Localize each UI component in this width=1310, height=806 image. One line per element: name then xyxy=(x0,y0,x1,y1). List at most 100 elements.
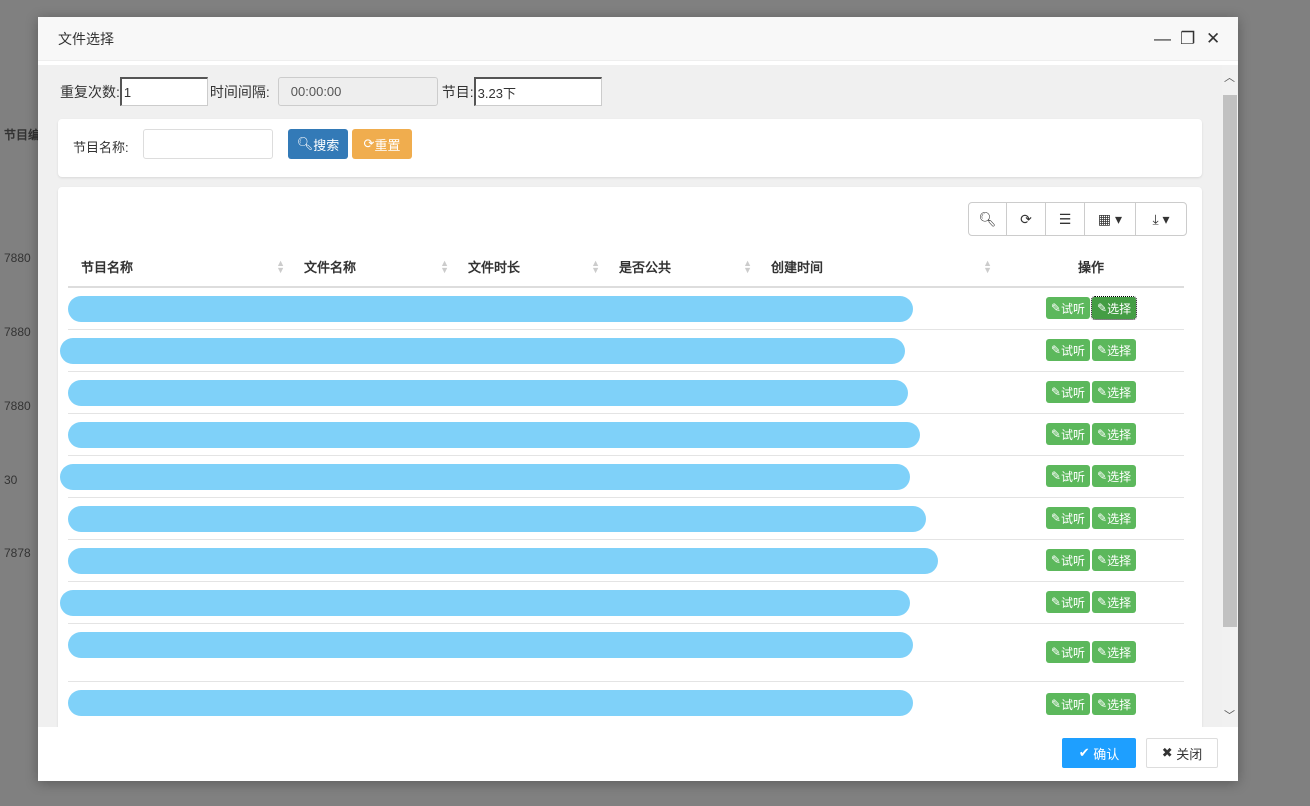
listen-button[interactable]: ✎ 试听 xyxy=(1045,381,1090,403)
program-input[interactable]: 3.23下 xyxy=(473,77,602,106)
search-button[interactable]: 🔍︎ 搜索 xyxy=(288,129,348,159)
redaction-mark xyxy=(60,589,910,616)
bg-cell: 7880 xyxy=(4,399,31,413)
program-name-label: 节目名称: xyxy=(73,140,129,155)
table-row[interactable]: ✎ 试听 ✎ 选择 xyxy=(68,497,1184,540)
search-panel: 节目名称: 🔍︎ 搜索 ⟳ 重置 xyxy=(58,119,1202,177)
bg-cell: 30 xyxy=(4,473,18,487)
program-label: 节目: xyxy=(441,83,474,100)
toolbar-toggle-view-icon[interactable]: ☰ xyxy=(1046,203,1085,235)
redaction-mark xyxy=(68,547,938,574)
bg-cell: 7880 xyxy=(4,325,31,339)
bg-cell: 7878 xyxy=(4,546,31,560)
redaction-mark xyxy=(60,337,905,364)
listen-button[interactable]: ✎ 试听 xyxy=(1045,339,1090,361)
select-button[interactable]: ✎ 选择 xyxy=(1092,507,1137,529)
table-row[interactable]: ✎ 试听 ✎ 选择 xyxy=(60,329,1184,372)
listen-button[interactable]: ✎ 试听 xyxy=(1045,693,1090,715)
listen-button[interactable]: ✎ 试听 xyxy=(1045,465,1090,487)
select-button[interactable]: ✎ 选择 xyxy=(1092,641,1137,663)
table-row[interactable]: ✎ 试听 ✎ 选择 xyxy=(68,371,1184,414)
table-row[interactable]: ✎ 试听 ✎ 选择 xyxy=(68,287,1184,330)
reset-button[interactable]: ⟳ 重置 xyxy=(352,129,412,159)
select-button[interactable]: ✎ 选择 xyxy=(1090,296,1138,321)
redacted-cells xyxy=(68,371,998,414)
check-icon: ✔ xyxy=(1078,745,1090,760)
toolbar-columns-icon[interactable]: ▦ ▾ xyxy=(1085,203,1136,235)
sort-icon: ▲ ▼ xyxy=(440,258,449,275)
col-program-name[interactable]: 节目名称 ▲ ▼ xyxy=(68,247,291,288)
scroll-down-icon[interactable]: ﹀ xyxy=(1224,707,1235,723)
toolbar-search-icon[interactable]: 🔍︎ xyxy=(969,203,1007,235)
maximize-button[interactable]: ❐ xyxy=(1180,29,1195,49)
toolbar-export-icon[interactable]: ⤓ ▾ xyxy=(1136,203,1186,235)
refresh-icon: ⟳ xyxy=(363,136,375,151)
edit-icon: ✎ xyxy=(1097,385,1108,399)
col-file-name[interactable]: 文件名称 ▲ ▼ xyxy=(291,247,455,288)
listen-button[interactable]: ✎ 试听 xyxy=(1045,641,1090,663)
select-button[interactable]: ✎ 选择 xyxy=(1092,693,1137,715)
table-row[interactable]: ✎ 试听 ✎ 选择 xyxy=(68,681,1184,727)
interval-input[interactable]: 00:00:00 xyxy=(277,77,438,106)
repeat-input[interactable]: 1 xyxy=(119,77,208,106)
edit-icon: ✎ xyxy=(1050,595,1061,609)
select-button[interactable]: ✎ 选择 xyxy=(1092,465,1137,487)
dialog-title: 文件选择 xyxy=(58,30,114,47)
bg-cell: 7880 xyxy=(4,251,31,265)
listen-button[interactable]: ✎ 试听 xyxy=(1045,507,1090,529)
redaction-mark xyxy=(68,631,913,658)
sort-icon: ▲ ▼ xyxy=(983,258,992,275)
dialog-footer: ✔ 确认 ✖ 关闭 xyxy=(38,725,1238,781)
program-name-input[interactable] xyxy=(143,129,273,159)
file-table: 节目名称 ▲ ▼ 文件名称 ▲ ▼ 文件时长 ▲ ▼ 是否公共 ▲ ▼ 创建时间 ▲ ▼ 操作 ✎ 试… xyxy=(60,247,1184,727)
listen-button[interactable]: ✎ 试听 xyxy=(1045,423,1090,445)
bg-column-header: 节目编 xyxy=(4,128,41,142)
select-button[interactable]: ✎ 选择 xyxy=(1092,423,1137,445)
listen-button[interactable]: ✎ 试听 xyxy=(1045,591,1090,613)
listen-button[interactable]: ✎ 试听 xyxy=(1045,297,1090,320)
redacted-cells xyxy=(68,681,998,727)
redaction-mark xyxy=(68,505,926,532)
table-row[interactable]: ✎ 试听 ✎ 选择 xyxy=(60,455,1184,498)
edit-icon: ✎ xyxy=(1097,511,1108,525)
redacted-cells xyxy=(68,287,998,330)
select-button[interactable]: ✎ 选择 xyxy=(1092,339,1137,361)
redacted-cells xyxy=(60,455,998,498)
redaction-mark xyxy=(60,463,910,490)
select-button[interactable]: ✎ 选择 xyxy=(1092,591,1137,613)
edit-icon: ✎ xyxy=(1097,469,1108,483)
settings-row: 重复次数: 1 时间间隔: 00:00:00 节目: 3.23下 xyxy=(60,77,602,106)
edit-icon: ✎ xyxy=(1050,645,1061,659)
table-row[interactable]: ✎ 试听 ✎ 选择 xyxy=(68,413,1184,456)
col-is-public[interactable]: 是否公共 ▲ ▼ xyxy=(606,247,758,288)
confirm-button[interactable]: ✔ 确认 xyxy=(1062,738,1136,768)
select-button[interactable]: ✎ 选择 xyxy=(1092,549,1137,571)
row-actions: ✎ 试听 ✎ 选择 xyxy=(998,413,1184,456)
scroll-up-icon[interactable]: ︿ xyxy=(1224,69,1235,85)
edit-icon: ✎ xyxy=(1050,301,1061,316)
edit-icon: ✎ xyxy=(1050,511,1061,525)
edit-icon: ✎ xyxy=(1097,343,1108,357)
table-panel: 🔍︎ ⟳ ☰ ▦ ▾ ⤓ ▾ 节目名称 ▲ ▼ 文件名称 ▲ ▼ 文件时长 ▲ ▼ 是否公共… xyxy=(58,187,1202,727)
row-actions: ✎ 试听 ✎ 选择 xyxy=(998,329,1184,372)
col-created-time[interactable]: 创建时间 ▲ ▼ xyxy=(758,247,998,288)
table-row[interactable]: ✎ 试听 ✎ 选择 xyxy=(68,623,1184,682)
dialog-scrollbar[interactable]: ︿ ﹀ xyxy=(1222,65,1238,727)
redacted-cells xyxy=(60,581,998,624)
table-row[interactable]: ✎ 试听 ✎ 选择 xyxy=(68,539,1184,582)
row-actions: ✎ 试听 ✎ 选择 xyxy=(998,455,1184,498)
listen-button[interactable]: ✎ 试听 xyxy=(1045,549,1090,571)
file-select-dialog: 文件选择 — ❐ ✕ 重复次数: 1 时间间隔: 00:00:00 节目: 3.… xyxy=(38,17,1238,781)
table-row[interactable]: ✎ 试听 ✎ 选择 xyxy=(60,581,1184,624)
col-file-duration[interactable]: 文件时长 ▲ ▼ xyxy=(455,247,606,288)
redaction-mark xyxy=(68,296,913,322)
toolbar-refresh-icon[interactable]: ⟳ xyxy=(1007,203,1046,235)
row-actions: ✎ 试听 ✎ 选择 xyxy=(998,287,1184,330)
minimize-button[interactable]: — xyxy=(1154,29,1171,49)
select-button[interactable]: ✎ 选择 xyxy=(1092,381,1137,403)
sort-icon: ▲ ▼ xyxy=(743,258,752,275)
close-dialog-button[interactable]: ✖ 关闭 xyxy=(1146,738,1218,768)
row-actions: ✎ 试听 ✎ 选择 xyxy=(998,539,1184,582)
scrollbar-thumb[interactable] xyxy=(1223,95,1237,627)
close-button[interactable]: ✕ xyxy=(1206,29,1220,49)
